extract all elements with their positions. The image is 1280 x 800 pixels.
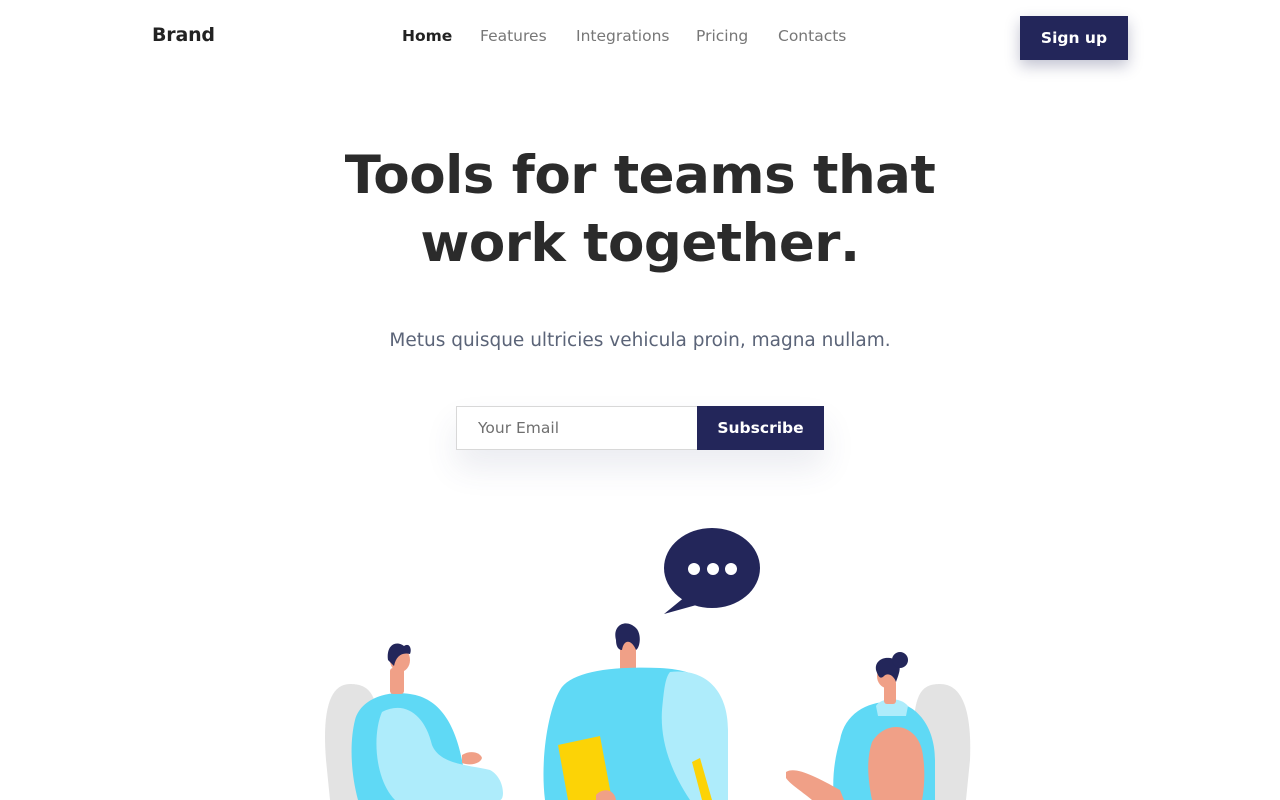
signup-button[interactable]: Sign up: [1020, 16, 1128, 60]
nav-link-features[interactable]: Features: [480, 27, 547, 45]
email-input[interactable]: [456, 406, 697, 450]
nav-link-pricing[interactable]: Pricing: [696, 27, 748, 45]
headline-end: .: [839, 213, 860, 274]
hero-headline: Tools for teams that work together.: [0, 142, 1280, 278]
headline-line-2-start: work: [420, 213, 584, 274]
person-left: [325, 643, 503, 800]
headline-highlight-text: together: [583, 213, 840, 274]
headline-highlight: together: [583, 210, 840, 278]
nav-link-home[interactable]: Home: [402, 27, 452, 45]
subscribe-form: Subscribe: [456, 406, 824, 450]
subscribe-button[interactable]: Subscribe: [697, 406, 824, 450]
speech-bubble-icon: [664, 528, 760, 614]
person-right: [786, 652, 971, 800]
headline-line-1: Tools for teams that: [344, 145, 936, 206]
nav-link-integrations[interactable]: Integrations: [576, 27, 669, 45]
person-center: [543, 623, 728, 800]
hero-subtitle: Metus quisque ultricies vehicula proin, …: [389, 330, 891, 351]
landing-page: Brand Home Features Integrations Pricing…: [0, 0, 1280, 800]
team-illustration: [325, 528, 971, 800]
nav-link-contacts[interactable]: Contacts: [778, 27, 846, 45]
